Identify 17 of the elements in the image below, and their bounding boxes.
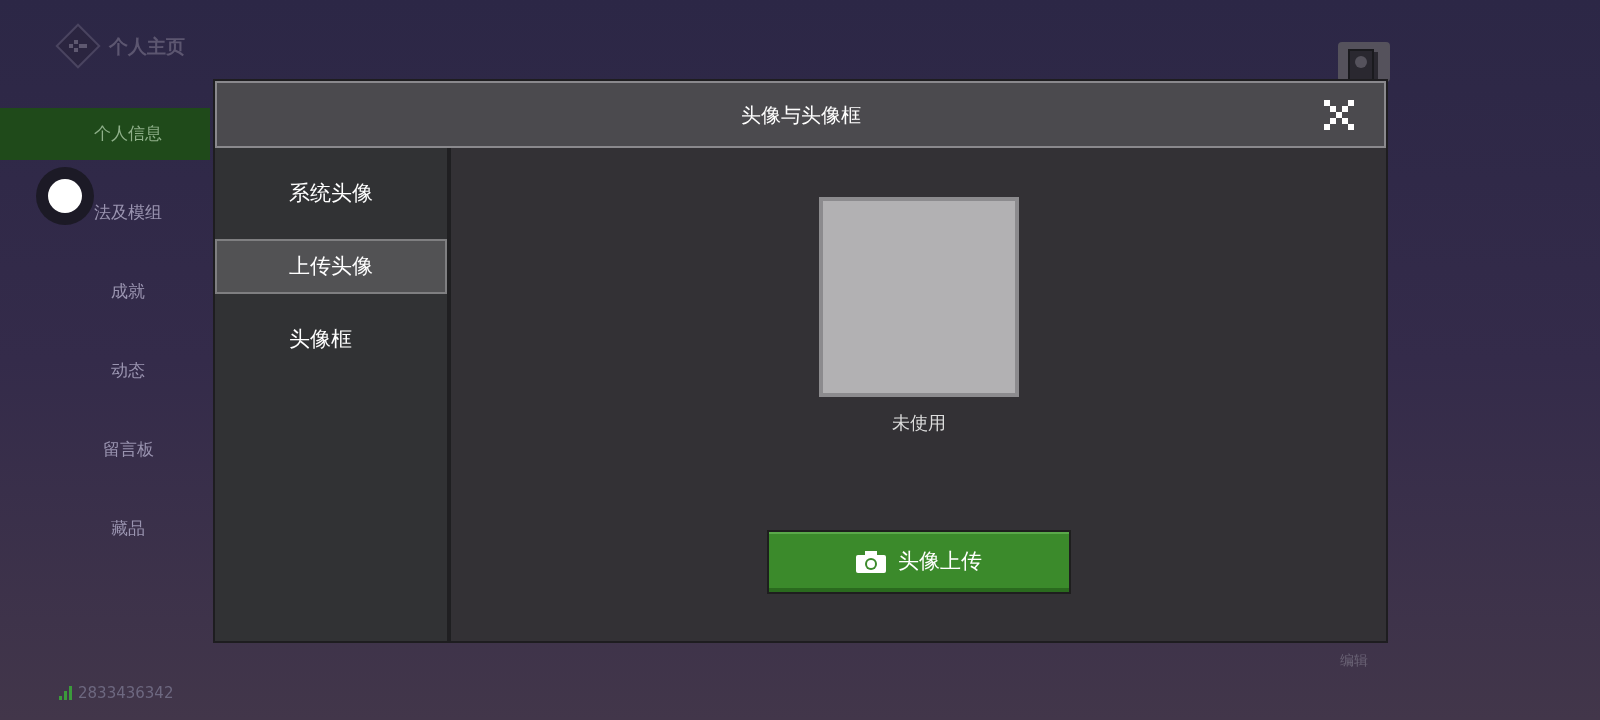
signal-icon bbox=[58, 685, 74, 700]
sidebar-item[interactable]: 个人信息 bbox=[0, 108, 210, 160]
sidebar-item[interactable]: 法及模组 bbox=[0, 187, 210, 239]
dialog-tab[interactable]: 头像框 bbox=[215, 312, 447, 367]
close-button[interactable] bbox=[1324, 100, 1354, 130]
dialog-tab[interactable]: 上传头像 bbox=[215, 239, 447, 294]
sidebar-item[interactable]: 藏品 bbox=[0, 503, 210, 555]
dialog-tab[interactable]: 系统头像 bbox=[215, 166, 447, 221]
dialog-title: 头像与头像框 bbox=[740, 101, 861, 129]
sidebar-item[interactable]: 留言板 bbox=[0, 424, 210, 476]
sidebar-item[interactable]: 成就 bbox=[0, 266, 210, 318]
sidebar-item[interactable]: 动态 bbox=[0, 345, 210, 397]
book-icon[interactable] bbox=[1338, 42, 1390, 82]
close-icon bbox=[1324, 100, 1354, 130]
avatar-status: 未使用 bbox=[891, 411, 946, 435]
camera-icon bbox=[855, 551, 886, 573]
upload-button[interactable]: 头像上传 bbox=[766, 530, 1071, 594]
